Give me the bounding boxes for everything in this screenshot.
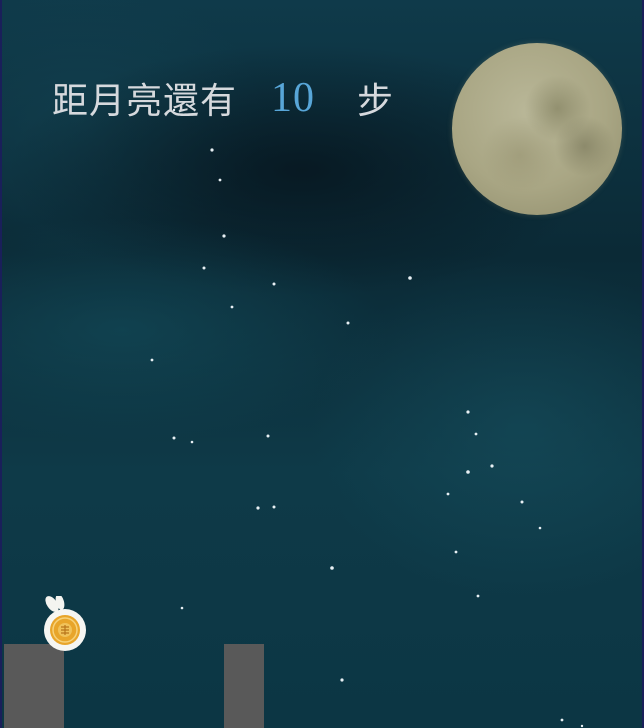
distance-counter: 距月亮還有 10 步 [52, 72, 394, 124]
current-pillar [4, 644, 64, 728]
steps-remaining: 10 [271, 75, 316, 121]
moon-icon [452, 43, 622, 215]
next-pillar [224, 644, 264, 728]
distance-prefix: 距月亮還有 [52, 81, 238, 122]
mooncake-rabbit-icon [44, 596, 86, 651]
distance-suffix: 步 [357, 81, 395, 122]
game-scene[interactable]: 距月亮還有 10 步 [0, 0, 644, 728]
